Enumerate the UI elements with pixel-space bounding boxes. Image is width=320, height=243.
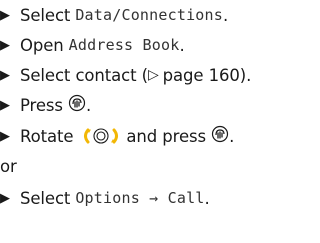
step-end: .: [229, 126, 235, 146]
step-end: .: [85, 95, 92, 115]
step-press: ▶ Press .: [0, 90, 91, 120]
step-text: Open: [20, 35, 64, 55]
step-text: Select: [20, 5, 71, 25]
rotate-knob-icon: [81, 127, 121, 145]
step-open-address-book: ▶ Open Address Book .: [0, 30, 185, 60]
step-select-data-connections: ▶ Select Data/Connections .: [0, 0, 228, 30]
step-select-contact: ▶ Select contact ( ▷ page 160).: [0, 60, 251, 90]
bullet-arrow-icon: ▶: [0, 7, 10, 23]
page-reference-icon: ▷: [147, 67, 159, 83]
step-end: .: [223, 5, 229, 25]
step-text: Press: [20, 95, 63, 115]
bullet-arrow-icon: ▶: [0, 190, 10, 206]
menu-item-code: Options → Call: [75, 189, 205, 207]
instructions: ▶ Select Data/Connections . ▶ Open Addre…: [0, 0, 320, 243]
bullet-arrow-icon: ▶: [0, 128, 10, 144]
step-text: Select: [20, 188, 71, 208]
step-middle-text: and press: [126, 126, 207, 146]
step-rotate-and-press: ▶ Rotate and press .: [0, 121, 234, 151]
press-knob-icon: [211, 125, 229, 147]
step-text: Select contact (: [20, 65, 148, 85]
menu-item-code: Data/Connections: [75, 6, 224, 24]
press-knob-icon: [68, 94, 86, 116]
page-reference: page 160).: [162, 65, 252, 85]
step-end: .: [179, 35, 185, 55]
or-connector: or: [0, 151, 17, 181]
bullet-arrow-icon: ▶: [0, 97, 10, 113]
bullet-arrow-icon: ▶: [0, 37, 10, 53]
step-select-options-call: ▶ Select Options → Call .: [0, 183, 210, 213]
step-text: Rotate: [20, 126, 74, 146]
bullet-arrow-icon: ▶: [0, 67, 10, 83]
step-end: .: [204, 188, 210, 208]
menu-item-code: Address Book: [68, 36, 180, 54]
or-text: or: [0, 156, 17, 176]
